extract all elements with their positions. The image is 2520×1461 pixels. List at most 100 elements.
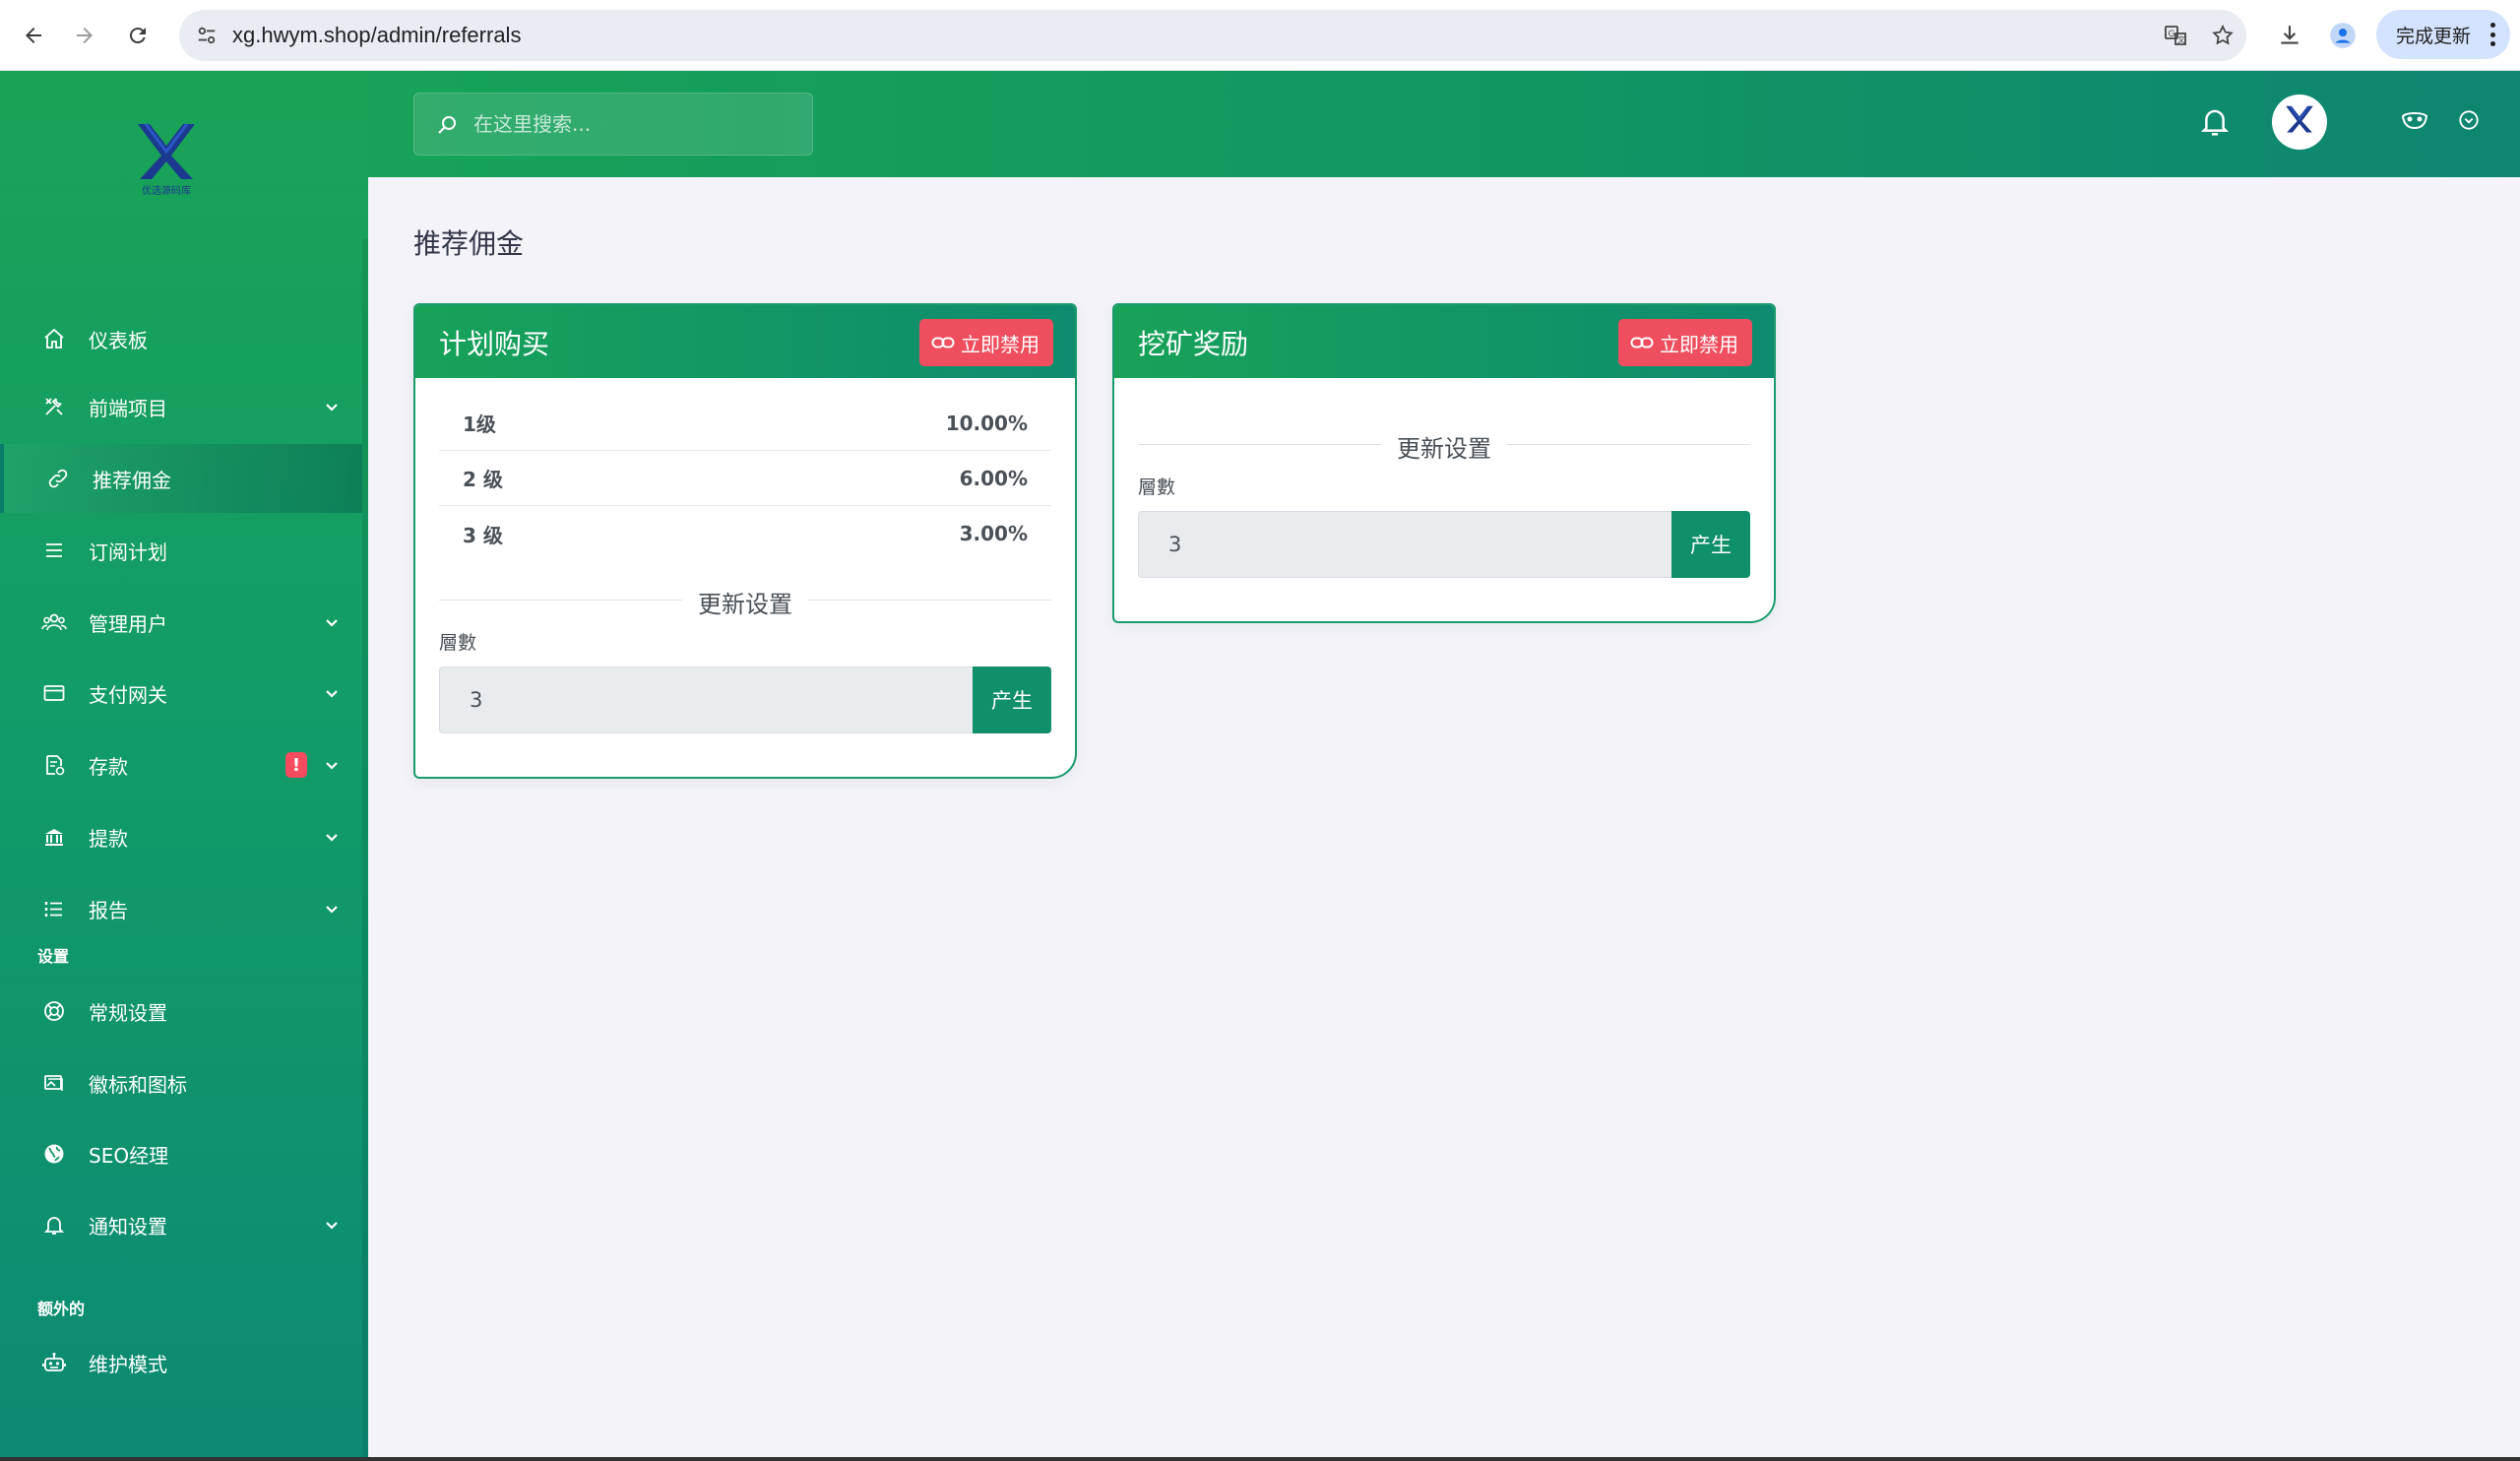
deposit-icon [39, 750, 69, 780]
sidebar-item-deposits[interactable]: 存款 ! [0, 730, 362, 799]
sidebar-item-referrals[interactable]: 推荐佣金 [0, 444, 362, 513]
link-icon [43, 464, 73, 493]
sidebar-item-label: 推荐佣金 [93, 468, 171, 492]
sidebar-item-label: 维护模式 [89, 1352, 167, 1376]
sidebar-item-seo-manager[interactable]: SEO经理 [0, 1119, 362, 1188]
disable-mining-button[interactable]: 立即禁用 [1618, 319, 1752, 366]
table-row: 2 级 6.00% [439, 451, 1051, 506]
profile-icon[interactable] [2325, 18, 2361, 53]
bookmark-star-icon[interactable] [2209, 22, 2236, 49]
sidebar-item-label: 通知设置 [89, 1214, 167, 1239]
chevron-down-icon [321, 1214, 343, 1236]
level-name: 3 级 [463, 523, 503, 547]
disable-plan-button[interactable]: 立即禁用 [919, 319, 1053, 366]
level-value: 10.00% [945, 411, 1028, 435]
levels-input[interactable] [439, 667, 973, 733]
list-icon [39, 536, 69, 565]
svg-text:优选源码库: 优选源码库 [142, 184, 191, 197]
sidebar-item-reports[interactable]: 报告 [0, 874, 362, 943]
robot-icon [39, 1348, 69, 1377]
levels-input-group: 产生 [1138, 511, 1750, 578]
chevron-down-icon [321, 826, 343, 848]
levels-field-label: 層數 [439, 632, 477, 654]
section-title-extra: 额外的 [37, 1300, 86, 1318]
sidebar-item-dashboard[interactable]: 仪表板 [0, 304, 362, 373]
update-chrome-button[interactable]: 完成更新 [2376, 10, 2510, 59]
globe-icon [39, 1139, 69, 1169]
svg-text:文: 文 [2177, 34, 2185, 44]
disable-label: 立即禁用 [1660, 332, 1738, 356]
sidebar-item-logos-icons[interactable]: 徽标和图标 [0, 1048, 362, 1117]
reload-button[interactable] [120, 18, 156, 53]
sidebar-item-label: 仪表板 [89, 328, 148, 352]
levels-input-group: 产生 [439, 667, 1051, 733]
sidebar-item-label: 管理用户 [89, 611, 167, 636]
sidebar-item-payment-gateways[interactable]: 支付网关 [0, 659, 362, 728]
divider-label: 更新设置 [682, 591, 808, 618]
sidebar-item-subscription-plans[interactable]: 订阅计划 [0, 516, 362, 585]
search-icon [436, 113, 460, 137]
svg-text:G: G [2169, 30, 2175, 39]
forward-button[interactable] [67, 18, 102, 53]
url-text[interactable]: xg.hwym.shop/admin/referrals [232, 10, 521, 61]
more-menu-icon [2490, 23, 2496, 46]
download-icon[interactable] [2272, 18, 2307, 53]
tools-icon [39, 392, 69, 421]
sidebar-item-label: 前端项目 [89, 396, 167, 420]
search-box[interactable] [413, 93, 813, 156]
table-row: 3 级 3.00% [439, 506, 1051, 561]
sidebar-item-label: 订阅计划 [89, 540, 167, 564]
chain-icon [931, 331, 955, 354]
plan-purchase-card: 计划购买 立即禁用 1级 10.00% 2 级 6.00% 3 级 3.00% … [413, 303, 1077, 779]
disable-label: 立即禁用 [961, 332, 1040, 356]
level-name: 1级 [463, 413, 496, 436]
level-value: 3.00% [959, 522, 1028, 545]
sidebar-item-label: 徽标和图标 [89, 1072, 187, 1097]
sidebar-item-notification-settings[interactable]: 通知设置 [0, 1190, 362, 1259]
mask-icon[interactable] [2398, 104, 2431, 138]
card-title: 挖矿奖励 [1138, 328, 1249, 360]
home-icon [39, 324, 69, 353]
sidebar-item-general-settings[interactable]: 常规设置 [0, 977, 362, 1046]
brand-logo[interactable]: 优选源码库 [126, 116, 207, 199]
user-avatar[interactable] [2272, 95, 2327, 150]
mining-reward-card: 挖矿奖励 立即禁用 更新设置 層數 产生 [1112, 303, 1776, 623]
update-settings-divider: 更新设置 [1138, 429, 1750, 463]
search-input[interactable] [473, 94, 798, 155]
section-title-settings: 设置 [37, 947, 70, 966]
arrow-left-icon [26, 28, 41, 43]
address-bar[interactable]: xg.hwym.shop/admin/referrals G文 [179, 10, 2246, 61]
sidebar-item-maintenance-mode[interactable]: 维护模式 [0, 1328, 362, 1397]
site-info-icon[interactable] [193, 22, 220, 49]
reload-icon [129, 28, 146, 44]
card-header: 挖矿奖励 立即禁用 [1114, 305, 1774, 378]
report-list-icon [39, 894, 69, 923]
alert-badge: ! [285, 752, 307, 778]
level-value: 6.00% [959, 466, 1028, 490]
commission-levels-table: 1级 10.00% 2 级 6.00% 3 级 3.00% [439, 396, 1051, 561]
sidebar-item-label: 支付网关 [89, 682, 167, 707]
bell-icon [39, 1210, 69, 1239]
sidebar-item-label: 提款 [89, 826, 128, 851]
chevron-down-icon [321, 611, 343, 633]
chevron-down-icon [321, 682, 343, 704]
levels-field-label: 層數 [1138, 476, 1176, 498]
generate-button[interactable]: 产生 [1671, 511, 1750, 578]
sidebar-item-withdrawals[interactable]: 提款 [0, 802, 362, 871]
sidebar-scrollbar[interactable] [362, 238, 368, 1459]
sidebar-item-label: SEO经理 [89, 1143, 169, 1168]
bank-icon [39, 822, 69, 852]
update-label: 完成更新 [2396, 25, 2472, 47]
levels-input[interactable] [1138, 511, 1671, 578]
sidebar-item-manage-users[interactable]: 管理用户 [0, 588, 362, 657]
chevron-down-circle-icon[interactable] [2455, 106, 2483, 134]
back-button[interactable] [16, 18, 51, 53]
notification-bell-icon[interactable] [2195, 102, 2235, 142]
credit-card-icon [39, 678, 69, 708]
translate-icon[interactable]: G文 [2162, 22, 2189, 49]
users-icon [39, 607, 69, 637]
card-title: 计划购买 [439, 328, 550, 360]
generate-button[interactable]: 产生 [973, 667, 1051, 733]
sidebar-item-frontend[interactable]: 前端项目 [0, 372, 362, 441]
images-icon [39, 1068, 69, 1098]
